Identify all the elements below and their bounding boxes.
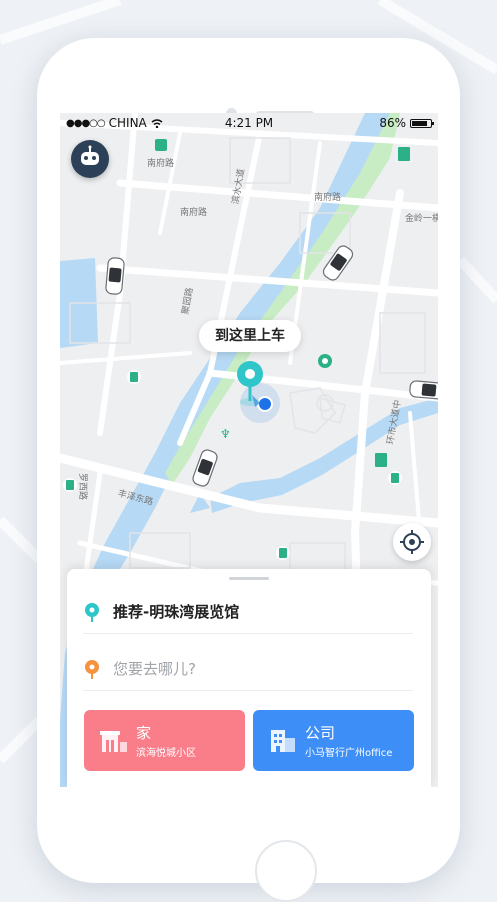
- phone-home-button[interactable]: [255, 840, 317, 902]
- trip-panel: 推荐-明珠湾展览馆 您要去哪儿? 家 滨海悦城小区 公司 小马智行广州offic…: [67, 569, 431, 787]
- office-building-icon: [271, 730, 295, 752]
- road-label: 南府路: [314, 193, 342, 203]
- pickup-location-icon: [85, 603, 99, 622]
- destination-location-icon: [85, 660, 99, 679]
- destination-placeholder[interactable]: 您要去哪儿?: [113, 658, 196, 679]
- road-label: 南府路: [147, 159, 175, 169]
- road-label: 罗西路: [77, 473, 87, 501]
- robot-icon: [81, 145, 99, 165]
- road-label: 南府路: [180, 208, 208, 218]
- battery-icon: [410, 118, 434, 128]
- robot-assistant-button[interactable]: [71, 140, 109, 178]
- pickup-pin-icon[interactable]: [233, 358, 267, 408]
- destination-row[interactable]: 您要去哪儿?: [83, 646, 413, 691]
- app-screen: ♆ 南府路 南府路 南府路 滨水大道 金岭一横 聚园路 罗西路 丰泽东路 环市大…: [60, 113, 438, 787]
- crosshair-icon: [400, 530, 424, 554]
- locate-me-button[interactable]: [393, 523, 431, 561]
- home-building-icon: [100, 731, 127, 752]
- office-shortcut-button[interactable]: 公司 小马智行广州office: [253, 710, 414, 771]
- status-bar: ●●●○○ CHINA 4:21 PM 86%: [60, 113, 438, 133]
- pickup-text: 推荐-明珠湾展览馆: [113, 603, 240, 621]
- office-title: 公司: [305, 724, 336, 742]
- home-title: 家: [136, 724, 152, 742]
- pickup-row[interactable]: 推荐-明珠湾展览馆: [83, 589, 413, 634]
- road-label: 金岭一横: [405, 214, 438, 224]
- pickup-here-bubble[interactable]: 到这里上车: [199, 320, 301, 352]
- office-subtitle: 小马智行广州office: [305, 748, 393, 759]
- panel-drag-handle[interactable]: [229, 577, 269, 580]
- battery-percent: 86%: [379, 116, 406, 130]
- home-subtitle: 滨海悦城小区: [136, 748, 196, 759]
- home-shortcut-button[interactable]: 家 滨海悦城小区: [84, 710, 245, 771]
- svg-text:♆: ♆: [220, 427, 231, 441]
